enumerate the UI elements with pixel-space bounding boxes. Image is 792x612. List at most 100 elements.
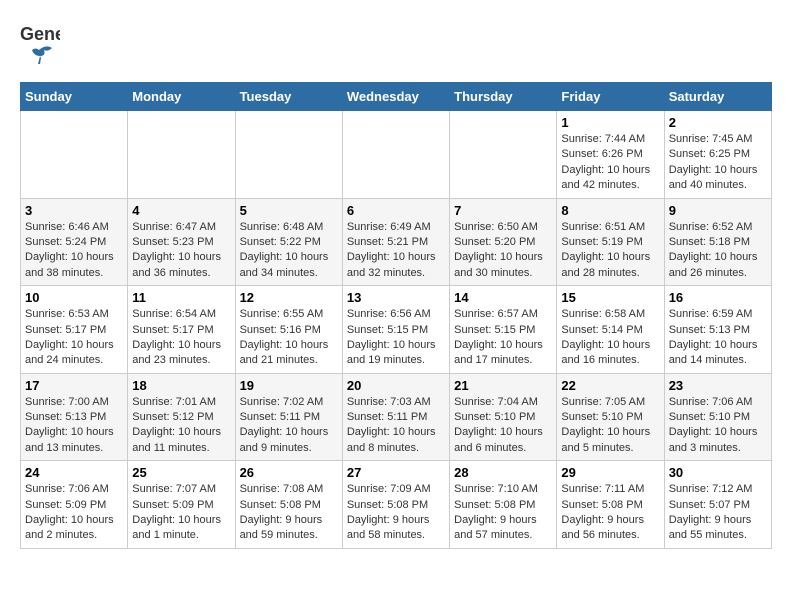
calendar-week-row: 17 Sunrise: 7:00 AM Sunset: 5:13 PM Dayli… bbox=[21, 373, 772, 461]
calendar-day-cell: 10Sunrise: 6:53 AM Sunset: 5:17 PM Dayli… bbox=[21, 286, 128, 374]
day-info: Sunrise: 7:09 AM Sunset: 5:08 PM Dayligh… bbox=[347, 482, 445, 544]
day-info: Sunrise: 7:05 AM Sunset: 5:10 PM Dayligh… bbox=[561, 395, 659, 457]
day-info: Sunrise: 7:04 AM Sunset: 5:10 PM Dayligh… bbox=[454, 395, 552, 457]
day-info: Sunrise: 6:46 AM Sunset: 5:24 PM Dayligh… bbox=[25, 220, 123, 282]
day-number: 24 bbox=[25, 465, 123, 480]
calendar-day-cell: 20 Sunrise: 7:03 AM Sunset: 5:11 PM Dayli… bbox=[342, 373, 449, 461]
calendar-week-row: 3 Sunrise: 6:46 AM Sunset: 5:24 PM Daylig… bbox=[21, 198, 772, 286]
day-number: 26 bbox=[240, 465, 338, 480]
day-number: 1 bbox=[561, 115, 659, 130]
calendar-day-cell: 8 Sunrise: 6:51 AM Sunset: 5:19 PM Daylig… bbox=[557, 198, 664, 286]
calendar-day-cell: 11 Sunrise: 6:54 AM Sunset: 5:17 PM Dayli… bbox=[128, 286, 235, 374]
day-number: 2 bbox=[669, 115, 767, 130]
day-number: 15 bbox=[561, 290, 659, 305]
calendar-week-row: 24 Sunrise: 7:06 AM Sunset: 5:09 PM Dayli… bbox=[21, 461, 772, 549]
calendar-day-cell: 13 Sunrise: 6:56 AM Sunset: 5:15 PM Dayli… bbox=[342, 286, 449, 374]
day-info: Sunrise: 7:10 AM Sunset: 5:08 PM Dayligh… bbox=[454, 482, 552, 544]
day-number: 20 bbox=[347, 378, 445, 393]
day-number: 9 bbox=[669, 203, 767, 218]
calendar-header-row: SundayMondayTuesdayWednesdayThursdayFrid… bbox=[21, 83, 772, 111]
calendar-day-cell: 15 Sunrise: 6:58 AM Sunset: 5:14 PM Dayli… bbox=[557, 286, 664, 374]
day-info: Sunrise: 7:12 AM Sunset: 5:07 PM Dayligh… bbox=[669, 482, 767, 544]
day-of-week-header: Thursday bbox=[450, 83, 557, 111]
day-info: Sunrise: 6:56 AM Sunset: 5:15 PM Dayligh… bbox=[347, 307, 445, 369]
day-info: Sunrise: 6:53 AM Sunset: 5:17 PM Dayligh… bbox=[25, 307, 123, 369]
day-info: Sunrise: 7:45 AM Sunset: 6:25 PM Dayligh… bbox=[669, 132, 767, 194]
calendar-day-cell: 14 Sunrise: 6:57 AM Sunset: 5:15 PM Dayli… bbox=[450, 286, 557, 374]
calendar-day-cell: 6 Sunrise: 6:49 AM Sunset: 5:21 PM Daylig… bbox=[342, 198, 449, 286]
logo: General bbox=[20, 20, 60, 72]
calendar-day-cell bbox=[235, 111, 342, 199]
day-info: Sunrise: 7:03 AM Sunset: 5:11 PM Dayligh… bbox=[347, 395, 445, 457]
day-number: 25 bbox=[132, 465, 230, 480]
calendar-day-cell: 21 Sunrise: 7:04 AM Sunset: 5:10 PM Dayli… bbox=[450, 373, 557, 461]
calendar-day-cell bbox=[450, 111, 557, 199]
day-number: 7 bbox=[454, 203, 552, 218]
day-info: Sunrise: 7:06 AM Sunset: 5:09 PM Dayligh… bbox=[25, 482, 123, 544]
day-number: 6 bbox=[347, 203, 445, 218]
calendar-week-row: 1 Sunrise: 7:44 AM Sunset: 6:26 PM Daylig… bbox=[21, 111, 772, 199]
calendar-day-cell bbox=[21, 111, 128, 199]
calendar-day-cell: 25 Sunrise: 7:07 AM Sunset: 5:09 PM Dayli… bbox=[128, 461, 235, 549]
day-info: Sunrise: 6:49 AM Sunset: 5:21 PM Dayligh… bbox=[347, 220, 445, 282]
day-number: 4 bbox=[132, 203, 230, 218]
calendar-day-cell bbox=[342, 111, 449, 199]
calendar-day-cell: 23Sunrise: 7:06 AM Sunset: 5:10 PM Dayli… bbox=[664, 373, 771, 461]
day-number: 19 bbox=[240, 378, 338, 393]
day-number: 21 bbox=[454, 378, 552, 393]
day-of-week-header: Tuesday bbox=[235, 83, 342, 111]
day-info: Sunrise: 6:47 AM Sunset: 5:23 PM Dayligh… bbox=[132, 220, 230, 282]
calendar-day-cell: 16 Sunrise: 6:59 AM Sunset: 5:13 PM Dayli… bbox=[664, 286, 771, 374]
day-info: Sunrise: 6:52 AM Sunset: 5:18 PM Dayligh… bbox=[669, 220, 767, 282]
page-header: General bbox=[20, 20, 772, 72]
day-info: Sunrise: 7:44 AM Sunset: 6:26 PM Dayligh… bbox=[561, 132, 659, 194]
calendar-table: SundayMondayTuesdayWednesdayThursdayFrid… bbox=[20, 82, 772, 549]
calendar-day-cell bbox=[128, 111, 235, 199]
day-info: Sunrise: 7:07 AM Sunset: 5:09 PM Dayligh… bbox=[132, 482, 230, 544]
day-info: Sunrise: 6:59 AM Sunset: 5:13 PM Dayligh… bbox=[669, 307, 767, 369]
bird-icon bbox=[24, 42, 54, 72]
day-info: Sunrise: 6:48 AM Sunset: 5:22 PM Dayligh… bbox=[240, 220, 338, 282]
calendar-day-cell: 27 Sunrise: 7:09 AM Sunset: 5:08 PM Dayli… bbox=[342, 461, 449, 549]
calendar-day-cell: 17 Sunrise: 7:00 AM Sunset: 5:13 PM Dayli… bbox=[21, 373, 128, 461]
day-number: 3 bbox=[25, 203, 123, 218]
calendar-day-cell: 19 Sunrise: 7:02 AM Sunset: 5:11 PM Dayli… bbox=[235, 373, 342, 461]
day-number: 16 bbox=[669, 290, 767, 305]
day-info: Sunrise: 6:50 AM Sunset: 5:20 PM Dayligh… bbox=[454, 220, 552, 282]
day-number: 17 bbox=[25, 378, 123, 393]
calendar-day-cell: 28Sunrise: 7:10 AM Sunset: 5:08 PM Dayli… bbox=[450, 461, 557, 549]
calendar-day-cell: 5 Sunrise: 6:48 AM Sunset: 5:22 PM Daylig… bbox=[235, 198, 342, 286]
day-info: Sunrise: 6:51 AM Sunset: 5:19 PM Dayligh… bbox=[561, 220, 659, 282]
day-info: Sunrise: 7:11 AM Sunset: 5:08 PM Dayligh… bbox=[561, 482, 659, 544]
calendar-day-cell: 7 Sunrise: 6:50 AM Sunset: 5:20 PM Daylig… bbox=[450, 198, 557, 286]
day-info: Sunrise: 7:01 AM Sunset: 5:12 PM Dayligh… bbox=[132, 395, 230, 457]
day-number: 5 bbox=[240, 203, 338, 218]
calendar-day-cell: 3 Sunrise: 6:46 AM Sunset: 5:24 PM Daylig… bbox=[21, 198, 128, 286]
day-number: 8 bbox=[561, 203, 659, 218]
day-info: Sunrise: 7:00 AM Sunset: 5:13 PM Dayligh… bbox=[25, 395, 123, 457]
day-number: 23 bbox=[669, 378, 767, 393]
day-of-week-header: Saturday bbox=[664, 83, 771, 111]
calendar-day-cell: 26 Sunrise: 7:08 AM Sunset: 5:08 PM Dayli… bbox=[235, 461, 342, 549]
day-number: 13 bbox=[347, 290, 445, 305]
day-info: Sunrise: 6:55 AM Sunset: 5:16 PM Dayligh… bbox=[240, 307, 338, 369]
calendar-week-row: 10Sunrise: 6:53 AM Sunset: 5:17 PM Dayli… bbox=[21, 286, 772, 374]
day-number: 14 bbox=[454, 290, 552, 305]
day-number: 22 bbox=[561, 378, 659, 393]
day-info: Sunrise: 7:02 AM Sunset: 5:11 PM Dayligh… bbox=[240, 395, 338, 457]
day-number: 29 bbox=[561, 465, 659, 480]
day-info: Sunrise: 7:08 AM Sunset: 5:08 PM Dayligh… bbox=[240, 482, 338, 544]
calendar-day-cell: 18Sunrise: 7:01 AM Sunset: 5:12 PM Dayli… bbox=[128, 373, 235, 461]
day-info: Sunrise: 6:57 AM Sunset: 5:15 PM Dayligh… bbox=[454, 307, 552, 369]
calendar-day-cell: 4 Sunrise: 6:47 AM Sunset: 5:23 PM Daylig… bbox=[128, 198, 235, 286]
day-number: 27 bbox=[347, 465, 445, 480]
day-of-week-header: Sunday bbox=[21, 83, 128, 111]
day-info: Sunrise: 6:54 AM Sunset: 5:17 PM Dayligh… bbox=[132, 307, 230, 369]
day-number: 12 bbox=[240, 290, 338, 305]
day-info: Sunrise: 6:58 AM Sunset: 5:14 PM Dayligh… bbox=[561, 307, 659, 369]
calendar-day-cell: 2 Sunrise: 7:45 AM Sunset: 6:25 PM Daylig… bbox=[664, 111, 771, 199]
day-of-week-header: Friday bbox=[557, 83, 664, 111]
day-number: 30 bbox=[669, 465, 767, 480]
calendar-day-cell: 29 Sunrise: 7:11 AM Sunset: 5:08 PM Dayli… bbox=[557, 461, 664, 549]
day-number: 11 bbox=[132, 290, 230, 305]
